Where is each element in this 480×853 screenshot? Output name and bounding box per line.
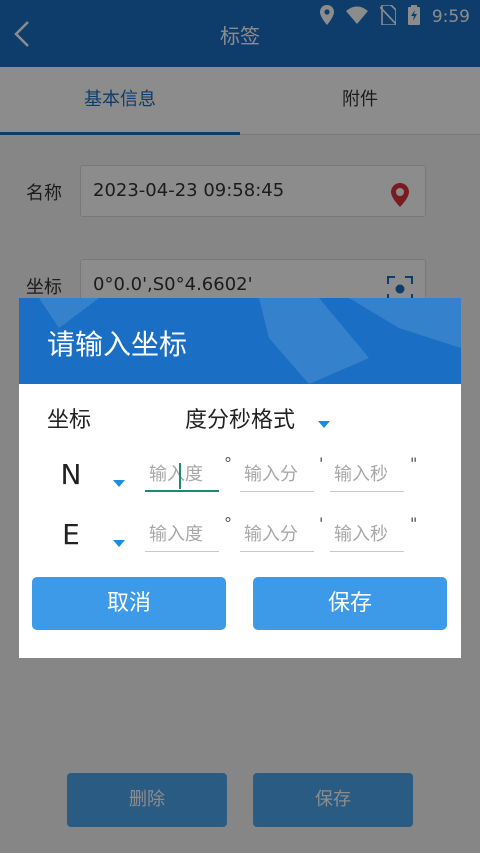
cancel-button[interactable]: 取消	[32, 577, 226, 630]
lat-degree-input[interactable]	[145, 458, 219, 492]
hemisphere-lat-dropdown-icon[interactable]	[113, 480, 125, 487]
lon-degree-input[interactable]	[145, 518, 219, 552]
second-unit: "	[410, 514, 418, 533]
format-dropdown-icon[interactable]	[318, 421, 330, 428]
format-select[interactable]: 度分秒格式	[185, 402, 295, 434]
degree-unit: °	[224, 454, 232, 473]
dialog-header: 请输入坐标	[19, 298, 461, 384]
hemisphere-select-lat[interactable]: N	[51, 458, 91, 491]
format-label: 坐标	[47, 408, 92, 433]
lat-minute-input[interactable]	[240, 458, 314, 492]
hemisphere-select-lon[interactable]: E	[51, 518, 91, 551]
minute-unit: '	[319, 514, 324, 533]
text-caret	[179, 463, 181, 489]
hemisphere-lon-dropdown-icon[interactable]	[113, 540, 125, 547]
lon-minute-input[interactable]	[240, 518, 314, 552]
coordinate-dialog: 请输入坐标 坐标 度分秒格式 N ° ' " E ° ' " 取消 保存	[19, 298, 461, 658]
second-unit: "	[410, 454, 418, 473]
dialog-title: 请输入坐标	[47, 328, 188, 361]
degree-unit: °	[224, 514, 232, 533]
minute-unit: '	[319, 454, 324, 473]
lon-second-input[interactable]	[330, 518, 404, 552]
dialog-save-button[interactable]: 保存	[253, 577, 447, 630]
lat-second-input[interactable]	[330, 458, 404, 492]
